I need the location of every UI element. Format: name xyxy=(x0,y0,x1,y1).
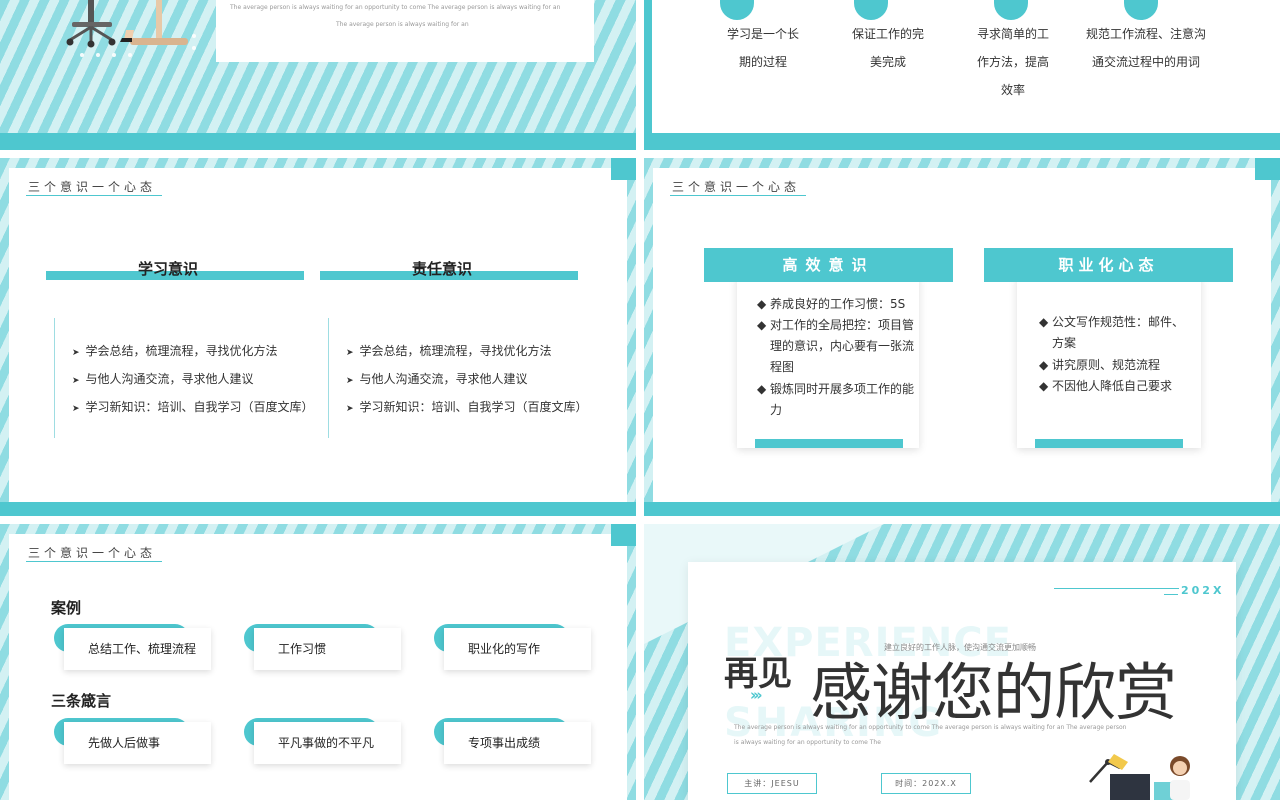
slide-6-thumbnail[interactable]: 202X EXPERIENCE SHARING 建立良好的工作人脉，使沟通交流更… xyxy=(644,524,1280,800)
section-underline xyxy=(670,195,806,196)
section-title: 三个意识一个心态 xyxy=(28,180,157,194)
caption-line-1: The average person is always waiting for… xyxy=(230,4,561,11)
slide-card xyxy=(9,168,627,502)
column-2-bullet-2: ➤ 与他人沟通交流，寻求他人建议 xyxy=(346,372,528,386)
column-2-title: 责任意识 xyxy=(411,260,472,278)
case-item-2: 工作习惯 xyxy=(254,628,401,670)
caption-line-2: is always waiting for an opportunity to … xyxy=(734,739,881,746)
tab-marker-3 xyxy=(994,0,1028,20)
year-line xyxy=(1054,588,1179,589)
slide-5-thumbnail[interactable]: 三个意识一个心态 案例 总结工作、梳理流程 工作习惯 职业化的写作 三条箴言 先… xyxy=(0,524,636,800)
time-box: 时间：202X.X xyxy=(881,773,971,794)
column-1-bullet-1: ➤ 学会总结，梳理流程，寻找优化方法 xyxy=(72,344,278,358)
presenter-box: 主讲：JEESU xyxy=(727,773,817,794)
caption-line-1: The average person is always waiting for… xyxy=(734,724,1127,731)
item-text-1: 学习是一个长期的过程 xyxy=(726,27,799,69)
tab-marker-1 xyxy=(720,0,754,20)
case-item-3: 职业化的写作 xyxy=(444,628,591,670)
motto-item-1: 先做人后做事 xyxy=(64,722,211,764)
bottom-band xyxy=(0,133,636,150)
box-2-item-2: ◆ 讲究原则、规范流程 xyxy=(1039,358,1161,372)
item-text-4: 规范工作流程、注意沟通交流过程中的用词 xyxy=(1085,27,1206,69)
year-label: 202X xyxy=(1181,584,1225,597)
box-1-item-1: ◆ 养成良好的工作习惯：5S xyxy=(757,297,906,311)
box-1-footer xyxy=(755,439,903,448)
year-line-2 xyxy=(1164,594,1178,595)
section-title: 三个意识一个心态 xyxy=(672,180,801,194)
slide-3-thumbnail[interactable]: 三个意识一个心态 学习意识 ➤ 学会总结，梳理流程，寻找优化方法 ➤ 与他人沟通交流… xyxy=(0,158,636,516)
motto-item-3: 专项事出成绩 xyxy=(444,722,591,764)
column-1-bullet-2: ➤ 与他人沟通交流，寻求他人建议 xyxy=(72,372,254,386)
item-text-2: 保证工作的完美完成 xyxy=(851,27,924,69)
corner-square xyxy=(1255,158,1280,180)
group-1-title: 案例 xyxy=(51,599,82,617)
column-2-bullet-1: ➤ 学会总结，梳理流程，寻找优化方法 xyxy=(346,344,552,358)
column-1-bullet-3: ➤ 学习新知识：培训、自我学习（百度文库） xyxy=(72,400,314,414)
column-2-divider xyxy=(328,318,329,438)
section-underline xyxy=(26,561,162,562)
office-chair-illustration xyxy=(66,0,196,57)
case-item-1: 总结工作、梳理流程 xyxy=(64,628,211,670)
section-underline xyxy=(26,195,162,196)
corner-square xyxy=(611,158,636,180)
box-1-body: ◆ 养成良好的工作习惯：5S ◆ 对工作的全局把控：项目管理的意识，内心要有一张… xyxy=(737,276,919,448)
slide-4-thumbnail[interactable]: 三个意识一个心态 ◆ 养成良好的工作习惯：5S ◆ 对工作的全局把控：项目管理的… xyxy=(644,158,1280,516)
slide-1-thumbnail[interactable]: The average person is always waiting for… xyxy=(0,0,636,150)
corner-square xyxy=(611,524,636,546)
box-1-title: 高效意识 xyxy=(704,248,953,282)
item-text-3: 寻求简单的工作方法，提高效率 xyxy=(976,27,1049,97)
column-1-divider xyxy=(54,318,55,438)
box-2-body: ◆ 公文写作规范性：邮件、方案 ◆ 讲究原则、规范流程 ◆ 不因他人降低自己要求 xyxy=(1017,276,1201,448)
column-2-bullet-3: ➤ 学习新知识：培训、自我学习（百度文库） xyxy=(346,400,588,414)
bottom-band xyxy=(0,502,636,516)
bottom-band xyxy=(644,502,1280,516)
box-1-item-3: ◆ 锻炼同时开展多项工作的能力 xyxy=(757,382,915,417)
motto-item-2: 平凡事做的不平凡 xyxy=(254,722,401,764)
box-2-item-3: ◆ 不因他人降低自己要求 xyxy=(1039,379,1173,393)
tab-marker-4 xyxy=(1124,0,1158,20)
column-1-title: 学习意识 xyxy=(137,260,198,278)
bottom-band xyxy=(644,133,1280,150)
chevrons: ››› xyxy=(750,686,762,704)
caption-card: The average person is always waiting for… xyxy=(216,0,594,62)
box-1-item-2: ◆ 对工作的全局把控：项目管理的意识，内心要有一张流程图 xyxy=(757,318,915,374)
slide-2-thumbnail[interactable]: 学习是一个长期的过程 保证工作的完美完成 寻求简单的工作方法，提高效率 规范工作… xyxy=(644,0,1280,150)
thanks-title: 感谢您的欣赏 xyxy=(810,656,1177,729)
left-edge xyxy=(644,0,652,150)
box-2-footer xyxy=(1035,439,1183,448)
caption-line-2: The average person is always waiting for… xyxy=(336,21,469,28)
box-2-title: 职业化心态 xyxy=(984,248,1233,282)
tab-marker-2 xyxy=(854,0,888,20)
section-title: 三个意识一个心态 xyxy=(28,546,157,560)
desk-lamp-and-person-illustration xyxy=(1089,754,1190,800)
group-2-title: 三条箴言 xyxy=(51,692,112,710)
box-2-item-1: ◆ 公文写作规范性：邮件、方案 xyxy=(1039,315,1185,350)
